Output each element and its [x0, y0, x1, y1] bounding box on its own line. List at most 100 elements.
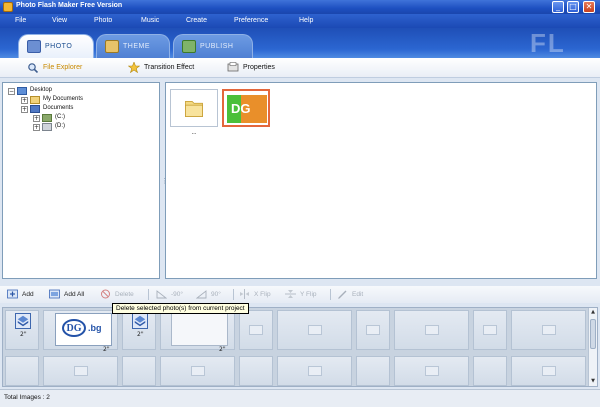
timeline-slot[interactable] — [277, 310, 352, 350]
menu-view[interactable]: View — [52, 17, 67, 24]
tree-label-drive-c: (C:) — [55, 114, 65, 120]
slot-placeholder-icon — [190, 366, 205, 376]
timeline-slot[interactable] — [473, 310, 507, 350]
rotate-left-button[interactable]: -90° — [156, 289, 190, 301]
logo-badge: DG — [62, 319, 86, 337]
menu-file[interactable]: File — [15, 17, 26, 24]
image-thumbnail: DG — [227, 95, 267, 123]
timeline-slot[interactable] — [511, 310, 586, 350]
close-button[interactable]: ✕ — [583, 1, 595, 13]
timeline-slot[interactable] — [43, 356, 118, 386]
timeline-photo-3[interactable] — [132, 313, 148, 329]
tab-photo[interactable]: PHOTO — [18, 34, 94, 58]
timeline-slot[interactable] — [5, 356, 39, 386]
publish-tab-icon — [182, 40, 196, 53]
menu-photo[interactable]: Photo — [94, 17, 112, 24]
status-bar: Total Images : 2 — [0, 389, 600, 407]
toolbar-separator — [233, 289, 234, 300]
toolbar-separator — [330, 289, 331, 300]
properties-icon — [227, 62, 239, 72]
title-bar[interactable]: Photo Flash Maker Free Version _ □ ✕ — [0, 0, 600, 14]
timeline-slot[interactable] — [511, 356, 586, 386]
theme-tab-icon — [105, 40, 119, 53]
slot-placeholder-icon — [541, 366, 556, 376]
slot-placeholder-icon — [483, 325, 497, 335]
timeline-slot[interactable] — [122, 356, 156, 386]
timeline-photo-1[interactable] — [15, 313, 31, 329]
timeline-slot[interactable] — [394, 356, 469, 386]
brand-watermark: FL — [530, 28, 566, 58]
timeline-slot[interactable] — [239, 356, 273, 386]
properties-button[interactable]: Properties — [227, 62, 297, 74]
thumb-text: DG — [231, 101, 251, 116]
tab-header: FL PHOTO THEME PUBLISH — [0, 28, 600, 58]
slot-placeholder-icon — [249, 325, 263, 335]
toolbar-separator — [148, 289, 149, 300]
delete-tooltip: Delete selected photo(s) from current pr… — [112, 303, 249, 314]
photo-tab-icon — [27, 40, 41, 53]
slot-placeholder-icon — [307, 325, 322, 335]
timeline-slot[interactable] — [394, 310, 469, 350]
delete-icon — [101, 289, 110, 299]
timeline-slot[interactable] — [473, 356, 507, 386]
file-explorer-button[interactable]: File Explorer — [27, 62, 107, 74]
timeline-scrollbar[interactable]: ▲ ▼ — [588, 308, 597, 386]
rotate-left-icon — [156, 290, 167, 299]
drive-icon — [42, 114, 52, 122]
minimize-button[interactable]: _ — [552, 1, 564, 13]
timeline-photo-2[interactable]: DG .bg — [55, 313, 112, 346]
file-item-image[interactable]: DG — [222, 89, 270, 127]
scroll-thumb[interactable] — [590, 319, 596, 349]
photo-toolbar: Add Add All Delete -90° 90° X Flip Y Fli… — [0, 286, 600, 303]
photo-thumb-icon — [17, 315, 29, 327]
add-all-button[interactable]: Add All — [49, 289, 95, 301]
file-item-parent-folder[interactable] — [170, 89, 218, 127]
tab-theme[interactable]: THEME — [96, 34, 170, 58]
timeline-slot[interactable] — [160, 356, 235, 386]
scroll-down-icon[interactable]: ▼ — [589, 377, 597, 386]
rotate-right-button[interactable]: 90° — [196, 289, 230, 301]
folder-tree-panel[interactable]: − Desktop + My Documents + Documents + (… — [2, 82, 160, 279]
maximize-button[interactable]: □ — [567, 1, 579, 13]
photo-timeline[interactable]: 2" DG .bg 2" 2" 2" ▲ ▼ — [2, 307, 598, 387]
delete-button[interactable]: Delete — [100, 289, 144, 301]
slot-placeholder-icon — [366, 325, 380, 335]
file-explorer-label: File Explorer — [43, 64, 83, 71]
logo-suffix: .bg — [88, 323, 102, 333]
folder-icon — [185, 100, 203, 117]
app-window: Photo Flash Maker Free Version _ □ ✕ Fil… — [0, 0, 600, 407]
transition-effect-button[interactable]: Transition Effect — [128, 62, 218, 74]
menu-create[interactable]: Create — [186, 17, 207, 24]
timeline-slot[interactable] — [356, 356, 390, 386]
timeline-photo-4[interactable] — [171, 313, 228, 346]
slot-placeholder-icon — [73, 366, 88, 376]
edit-button[interactable]: Edit — [337, 289, 369, 301]
x-flip-button[interactable]: X Flip — [239, 289, 279, 301]
tab-publish[interactable]: PUBLISH — [173, 34, 253, 58]
expand-icon[interactable]: + — [33, 115, 40, 122]
rotate-right-label: 90° — [211, 291, 221, 298]
timeline-slot[interactable] — [356, 310, 390, 350]
scroll-up-icon[interactable]: ▲ — [589, 308, 597, 317]
expand-icon[interactable]: + — [33, 124, 40, 131]
image-count: Total Images : 2 — [4, 394, 50, 401]
collapse-icon[interactable]: − — [8, 88, 15, 95]
expand-icon[interactable]: + — [21, 97, 28, 104]
menu-preference[interactable]: Preference — [234, 17, 268, 24]
file-browser-panel[interactable]: .. DG — [165, 82, 597, 279]
transition-icon — [128, 62, 140, 73]
timeline-slot[interactable] — [277, 356, 352, 386]
expand-icon[interactable]: + — [21, 106, 28, 113]
menu-help[interactable]: Help — [299, 17, 313, 24]
delete-label: Delete — [115, 291, 134, 298]
tree-label-documents: Documents — [43, 105, 74, 111]
menu-music[interactable]: Music — [141, 17, 159, 24]
y-flip-button[interactable]: Y Flip — [285, 289, 325, 301]
tree-label-my-documents: My Documents — [43, 96, 84, 102]
add-button[interactable]: Add — [7, 289, 41, 301]
add-icon — [7, 289, 18, 299]
timeline-slot[interactable] — [239, 310, 273, 350]
photo-duration: 2" — [219, 346, 226, 353]
tab-photo-label: PHOTO — [45, 43, 73, 50]
sub-toolbar: File Explorer Transition Effect Properti… — [0, 58, 600, 78]
